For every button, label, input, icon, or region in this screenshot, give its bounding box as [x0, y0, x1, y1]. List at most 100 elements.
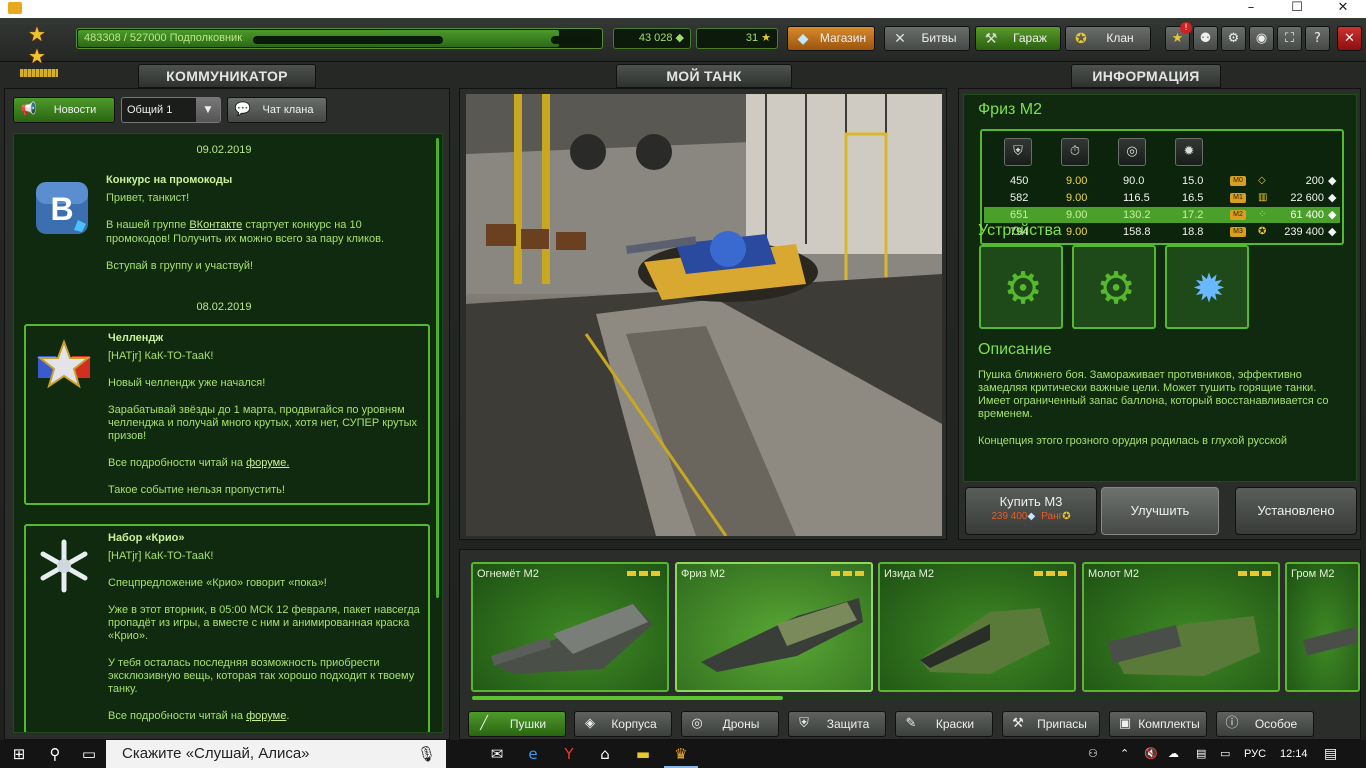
maximize-button[interactable]: ☐	[1274, 0, 1320, 18]
garage-item[interactable]: Гром M2	[1285, 562, 1360, 692]
stats-row-m1: 582 9.00 116.5 16.5 M1 ▥ 22 600 ◆	[1010, 192, 1337, 204]
category-hulls-tab[interactable]: ◈ Корпуса	[574, 711, 672, 737]
news-text: Вступай в группу и участвуй!	[106, 260, 254, 272]
clock[interactable]: 12:14	[1280, 740, 1310, 768]
news-feed[interactable]: 09.02.2019 B Конкурс на промокоды Привет…	[13, 133, 443, 733]
edge-browser-icon[interactable]: e	[516, 740, 550, 768]
battery-icon[interactable]: ▭	[1220, 740, 1240, 768]
news-text: Привет, танкист!	[106, 192, 190, 204]
news-date: 09.02.2019	[196, 144, 252, 156]
device-cube-icon: ⚙	[1096, 263, 1136, 314]
buy-button[interactable]: Купить M3 239 400◆ Ранг✪	[965, 487, 1097, 535]
store-icon[interactable]: ⌂	[588, 740, 622, 768]
volume-muted-icon[interactable]: 🔇	[1144, 740, 1162, 768]
people-icon[interactable]: ⚇	[1088, 740, 1108, 768]
tools-icon: ⚒	[984, 31, 998, 47]
scrollbar[interactable]	[436, 138, 439, 598]
buy-label: Купить M3	[999, 494, 1063, 509]
category-kits-tab[interactable]: ▣ Комплекты	[1109, 711, 1207, 737]
device-slot[interactable]: ⚙	[979, 245, 1063, 329]
turret-image	[1108, 616, 1260, 676]
news-text: Новый челлендж уже начался!	[108, 377, 266, 389]
shop-button[interactable]: ◆ Магазин	[787, 26, 875, 51]
settings-button[interactable]: ⚙	[1221, 26, 1246, 51]
shield-icon: ⛨	[799, 716, 809, 731]
device-slot[interactable]: ✹	[1165, 245, 1249, 329]
minimize-button[interactable]: –	[1228, 0, 1274, 18]
chat-icon: 💬	[234, 102, 252, 117]
game-window: ★ ★ 483308 / 527000 Подполковник 43 028 ◆…	[0, 18, 1366, 740]
rank-star-icon: ★	[28, 22, 46, 46]
device-slot[interactable]: ⚙	[1072, 245, 1156, 329]
fullscreen-button[interactable]: ⛶	[1277, 26, 1302, 51]
alice-search-text: Скажите «Слушай, Алиса»	[122, 745, 310, 762]
task-view-icon[interactable]: ▭	[72, 740, 106, 768]
garage-scroll-thumb[interactable]	[472, 696, 783, 700]
garage-item[interactable]: Фриз M2	[675, 562, 873, 692]
garage-scrollbar[interactable]	[472, 696, 1360, 700]
item-title: Фриз M2	[978, 101, 1043, 118]
stars-counter: 31 ★	[696, 28, 778, 49]
crystals-value: 43 028	[638, 32, 673, 44]
news-text: промокодов! Получить их можно всего за п…	[106, 233, 385, 245]
news-tab[interactable]: 📢 Новости	[13, 97, 115, 123]
news-text: «Крио».	[108, 630, 149, 642]
device-gear-icon: ⚙	[1003, 263, 1043, 314]
gun-icon: ╱	[480, 716, 488, 731]
help-button[interactable]: ?	[1305, 26, 1330, 51]
battles-button[interactable]: ✕ Битвы	[884, 26, 970, 51]
mail-icon[interactable]: ✉	[480, 740, 514, 768]
reload-icon: ⏱	[1061, 138, 1089, 166]
cloud-icon[interactable]: ☁	[1168, 740, 1188, 768]
news-text: Все подробности читай на форуме.	[108, 457, 290, 469]
search-icon[interactable]: ⚲	[38, 740, 72, 768]
close-button[interactable]: ✕	[1320, 0, 1366, 18]
category-supplies-tab[interactable]: ⚒ Припасы	[1002, 711, 1100, 737]
microphone-icon[interactable]: 🎙	[417, 740, 436, 768]
challenges-button[interactable]: ★!	[1165, 22, 1192, 51]
category-drones-tab[interactable]: ◎ Дроны	[681, 711, 779, 737]
description-text: временем.	[978, 408, 1033, 420]
file-explorer-icon[interactable]: ▬	[626, 740, 660, 768]
description-title: Описание	[978, 341, 1052, 358]
category-special-tab[interactable]: ⓘ Особое	[1216, 711, 1314, 737]
kit-box-icon: ▣	[1118, 716, 1132, 731]
category-protection-tab[interactable]: ⛨ Защита	[788, 711, 886, 737]
friends-button[interactable]: ⚉	[1193, 26, 1218, 51]
category-paints-tab[interactable]: ✎ Краски	[895, 711, 993, 737]
challenge-star-icon	[36, 338, 92, 394]
notifications-icon[interactable]: ▤	[1324, 740, 1344, 768]
forum-link[interactable]: форуме	[246, 710, 286, 722]
clan-chat-tab[interactable]: 💬 Чат клана	[227, 97, 327, 123]
garage-item[interactable]: Огнемёт M2	[471, 562, 669, 692]
nickname-redaction	[253, 36, 443, 44]
garage-item[interactable]: Изида M2	[878, 562, 1076, 692]
crystal-icon: ◆	[675, 32, 684, 44]
network-icon[interactable]: ▤	[1196, 740, 1216, 768]
alice-search-box[interactable]: Скажите «Слушай, Алиса» 🎙	[106, 740, 446, 768]
installed-button[interactable]: Установлено	[1235, 487, 1357, 535]
exit-button[interactable]: ✕	[1337, 26, 1362, 51]
damage-icon: ✹	[1175, 138, 1203, 166]
star-icon: ★	[761, 32, 771, 44]
vk-link[interactable]: ВКонтакте	[189, 219, 242, 231]
tank-hangar-view[interactable]	[466, 94, 942, 536]
language-indicator[interactable]: РУС	[1244, 740, 1274, 768]
category-guns-tab[interactable]: ╱ Пушки	[468, 711, 566, 737]
garage-item[interactable]: Молот M2	[1082, 562, 1280, 692]
yandex-browser-icon[interactable]: Y	[552, 740, 586, 768]
buy-price: 239 400	[991, 511, 1028, 522]
windows-start-icon[interactable]: ⊞	[2, 740, 36, 768]
forum-link[interactable]: форуме.	[246, 457, 289, 469]
description-text: Концепция этого грозного орудия родилась…	[978, 435, 1288, 447]
sound-button[interactable]: ◉	[1249, 26, 1274, 51]
taskbar: ⊞ ⚲ ▭ Скажите «Слушай, Алиса» 🎙 ✉ e Y ⌂ …	[0, 740, 1366, 768]
news-text: танку.	[108, 683, 138, 695]
garage-button[interactable]: ⚒ Гараж	[975, 26, 1061, 51]
upgrade-button[interactable]: Улучшить	[1101, 487, 1219, 535]
clan-button[interactable]: ✪ Клан	[1065, 26, 1151, 51]
chat-channel-select[interactable]: Общий 1 ▼	[121, 97, 221, 123]
tanki-online-app-icon[interactable]: ♛	[664, 740, 698, 768]
news-title: Набор «Крио»	[108, 532, 185, 544]
chevron-up-icon[interactable]: ⌃	[1120, 740, 1138, 768]
